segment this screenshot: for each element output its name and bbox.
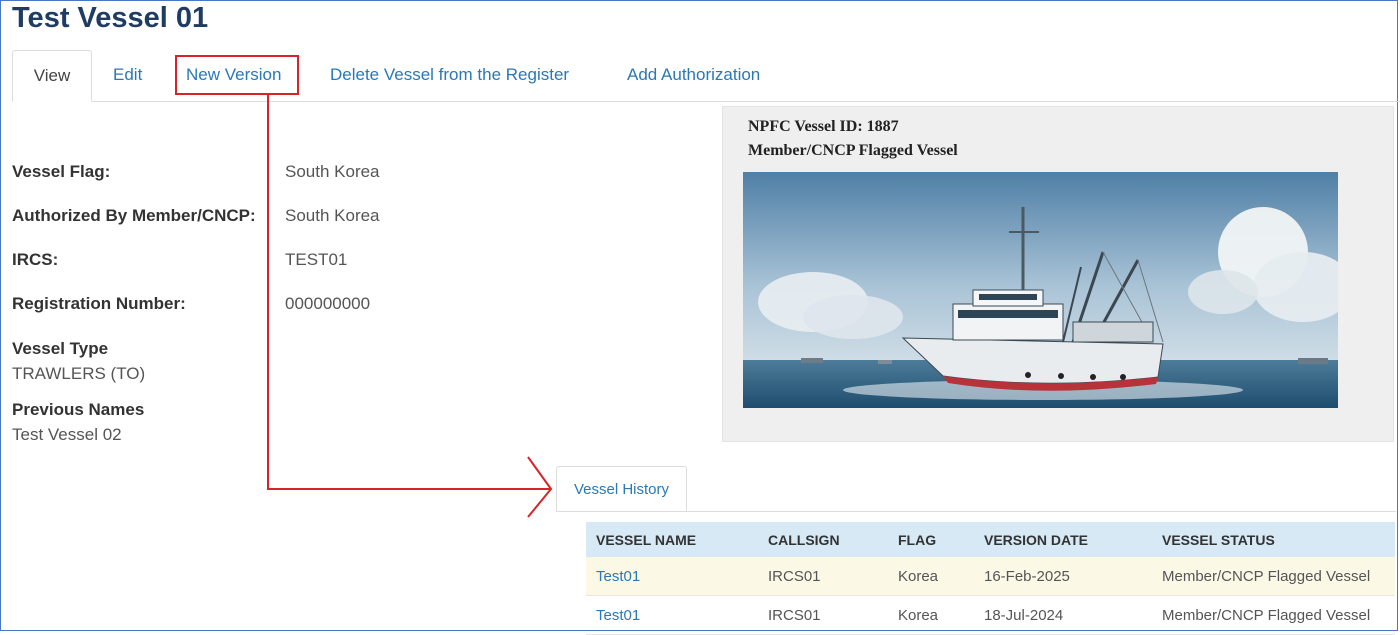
vessel-status-cell: Member/CNCP Flagged Vessel bbox=[1152, 557, 1395, 596]
vessel-type-value: TRAWLERS (TO) bbox=[12, 364, 146, 383]
vessel-history-table: VESSEL NAME CALLSIGN FLAG VERSION DATE V… bbox=[586, 522, 1395, 635]
page-title: Test Vessel 01 bbox=[12, 2, 209, 34]
table-header-row: VESSEL NAME CALLSIGN FLAG VERSION DATE V… bbox=[586, 522, 1395, 557]
tab-add-authorization[interactable]: Add Authorization bbox=[627, 50, 760, 100]
version-date-cell: 16-Feb-2025 bbox=[974, 557, 1152, 596]
authorized-by-value: South Korea bbox=[285, 206, 380, 225]
flag-cell: Korea bbox=[888, 557, 974, 596]
registration-number-label: Registration Number: bbox=[12, 294, 186, 313]
previous-names-value: Test Vessel 02 bbox=[12, 425, 122, 444]
vessel-id-text: NPFC Vessel ID: 1887 bbox=[748, 118, 899, 135]
column-header-callsign[interactable]: CALLSIGN bbox=[758, 522, 888, 557]
table-row[interactable]: Test01 IRCS01 Korea 16-Feb-2025 Member/C… bbox=[586, 557, 1395, 596]
vessel-status-cell: Member/CNCP Flagged Vessel bbox=[1152, 595, 1395, 635]
tab-edit[interactable]: Edit bbox=[113, 50, 142, 100]
vessel-photo bbox=[743, 172, 1338, 408]
ircs-value: TEST01 bbox=[285, 250, 348, 269]
table-row[interactable]: Test01 IRCS01 Korea 18-Jul-2024 Member/C… bbox=[586, 595, 1395, 635]
tab-delete-vessel[interactable]: Delete Vessel from the Register bbox=[330, 50, 569, 100]
tab-view[interactable]: View bbox=[12, 50, 92, 102]
vessel-status-text: Member/CNCP Flagged Vessel bbox=[748, 142, 958, 159]
vessel-name-link[interactable]: Test01 bbox=[596, 607, 640, 624]
vessel-flag-label: Vessel Flag: bbox=[12, 162, 111, 181]
fishing-vessel-image bbox=[743, 172, 1338, 408]
previous-names-label: Previous Names bbox=[12, 400, 145, 419]
vessel-name-link[interactable]: Test01 bbox=[596, 568, 640, 585]
column-header-vessel-status[interactable]: VESSEL STATUS bbox=[1152, 522, 1395, 557]
authorized-by-label: Authorized By Member/CNCP: bbox=[12, 206, 256, 225]
column-header-vessel-name[interactable]: VESSEL NAME bbox=[586, 522, 758, 557]
column-header-flag[interactable]: FLAG bbox=[888, 522, 974, 557]
version-date-cell: 18-Jul-2024 bbox=[974, 595, 1152, 635]
ircs-label: IRCS: bbox=[12, 250, 59, 269]
flag-cell: Korea bbox=[888, 595, 974, 635]
registration-number-value: 000000000 bbox=[285, 294, 371, 313]
new-version-highlight-box bbox=[175, 55, 299, 95]
vessel-info-panel: NPFC Vessel ID: 1887 Member/CNCP Flagged… bbox=[722, 106, 1394, 442]
history-tabs-divider bbox=[556, 511, 1396, 512]
vessel-type-label: Vessel Type bbox=[12, 339, 109, 358]
tabs-divider bbox=[12, 101, 1400, 102]
tab-vessel-history[interactable]: Vessel History bbox=[556, 466, 687, 512]
callsign-cell: IRCS01 bbox=[758, 595, 888, 635]
column-header-version-date[interactable]: VERSION DATE bbox=[974, 522, 1152, 557]
callsign-cell: IRCS01 bbox=[758, 557, 888, 596]
vessel-flag-value: South Korea bbox=[285, 162, 380, 181]
